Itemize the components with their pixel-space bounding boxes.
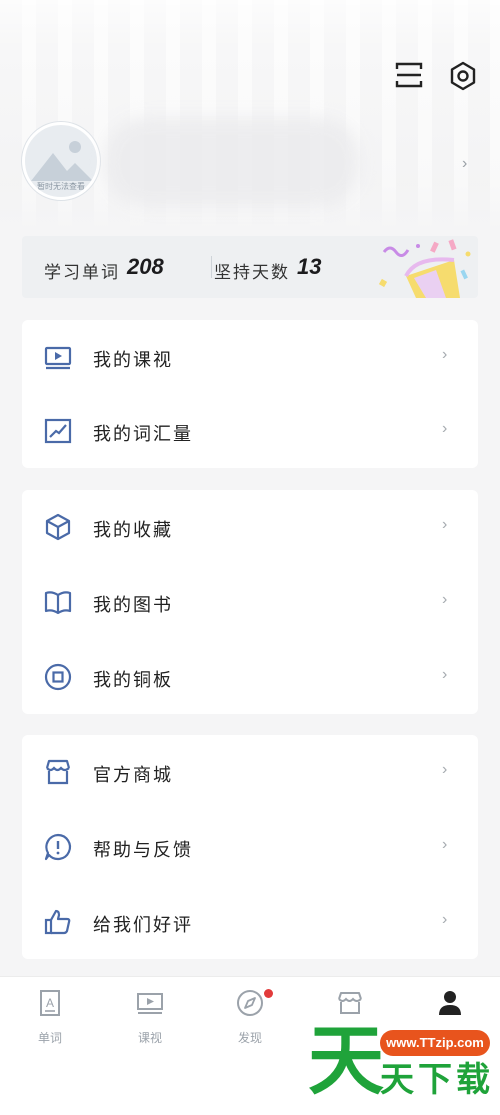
- avatar[interactable]: 暂时无法查看: [22, 122, 100, 200]
- chevron-right-icon: ›: [442, 911, 448, 928]
- store-icon: [338, 992, 362, 1014]
- menu-item-label: 我的收藏: [93, 520, 173, 540]
- chevron-right-icon: ›: [442, 591, 448, 608]
- menu-item-favorites[interactable]: 我的收藏 ›: [22, 490, 478, 564]
- watermark-logo: 天 www.TTzip.com 天下载: [308, 1020, 500, 1115]
- menu-item-label: 我的图书: [93, 595, 173, 615]
- menu-item-label: 给我们好评: [93, 915, 193, 935]
- words-value: 208: [127, 254, 164, 279]
- word-icon: A: [40, 990, 60, 1016]
- chevron-right-icon: ›: [442, 836, 448, 853]
- user-icon: [439, 991, 461, 1015]
- chevron-right-icon: ›: [442, 761, 448, 778]
- tab-label: 单词: [37, 1031, 62, 1045]
- chevron-right-icon: ›: [442, 516, 448, 533]
- menu-item-label: 官方商城: [93, 765, 173, 785]
- menu-item-label: 我的词汇量: [93, 424, 193, 444]
- menu-item-store[interactable]: 官方商城 ›: [22, 735, 478, 809]
- divider: [211, 256, 212, 278]
- menu-item-coins[interactable]: 我的铜板 ›: [22, 640, 478, 714]
- menu-item-help-feedback[interactable]: 帮助与反馈 ›: [22, 810, 478, 884]
- chevron-right-icon: ›: [442, 346, 448, 363]
- book-icon: [44, 591, 72, 615]
- menu-item-vocabulary[interactable]: 我的词汇量 ›: [22, 394, 478, 468]
- compass-icon: [237, 990, 263, 1016]
- cube-icon: [45, 513, 71, 541]
- watermark-url: www.TTzip.com: [380, 1030, 490, 1056]
- username-blurred: [105, 118, 360, 206]
- menu-card-2: 我的收藏 › 我的图书 › 我的铜板 ›: [22, 490, 478, 714]
- watermark-sub: 天下载: [380, 1061, 494, 1099]
- notification-badge: [264, 989, 273, 998]
- menu-item-books[interactable]: 我的图书 ›: [22, 565, 478, 639]
- chart-icon: [44, 418, 72, 444]
- tab-label: 课视: [137, 1031, 162, 1045]
- watermark-big-char: 天: [308, 1019, 384, 1104]
- chevron-right-icon: ›: [442, 420, 448, 437]
- video-icon: [137, 993, 163, 1014]
- party-popper-icon: [378, 239, 471, 298]
- menu-item-label: 我的铜板: [93, 670, 173, 690]
- stats-bar: 学习单词 208 坚持天数 13: [22, 236, 478, 298]
- menu-item-rate-us[interactable]: 给我们好评 ›: [22, 885, 478, 959]
- help-icon: [44, 833, 72, 861]
- video-icon: [44, 346, 72, 370]
- days-label: 坚持天数: [214, 263, 290, 282]
- menu-card-1: 我的课视 › 我的词汇量 ›: [22, 320, 478, 468]
- svg-text:A: A: [46, 996, 54, 1010]
- thumbs-up-icon: [44, 909, 71, 935]
- menu-card-3: 官方商城 › 帮助与反馈 › 给我们好评 ›: [22, 735, 478, 959]
- tab-words[interactable]: A 单词: [0, 977, 100, 1057]
- tab-discover[interactable]: 发现: [200, 977, 300, 1057]
- settings-icon[interactable]: [448, 60, 478, 92]
- coin-icon: [44, 663, 72, 691]
- chevron-right-icon: ›: [442, 666, 448, 683]
- menu-item-label: 我的课视: [93, 350, 173, 370]
- menu-item-my-courses[interactable]: 我的课视 ›: [22, 320, 478, 394]
- menu-item-label: 帮助与反馈: [93, 840, 193, 860]
- tab-courses[interactable]: 课视: [100, 977, 200, 1057]
- chevron-right-icon[interactable]: ›: [462, 155, 467, 173]
- tab-label: 发现: [237, 1031, 262, 1045]
- store-icon: [45, 759, 71, 785]
- avatar-caption: 暂时无法查看: [37, 182, 85, 191]
- words-label: 学习单词: [44, 263, 120, 282]
- scan-icon[interactable]: [395, 60, 423, 90]
- days-value: 13: [297, 254, 322, 279]
